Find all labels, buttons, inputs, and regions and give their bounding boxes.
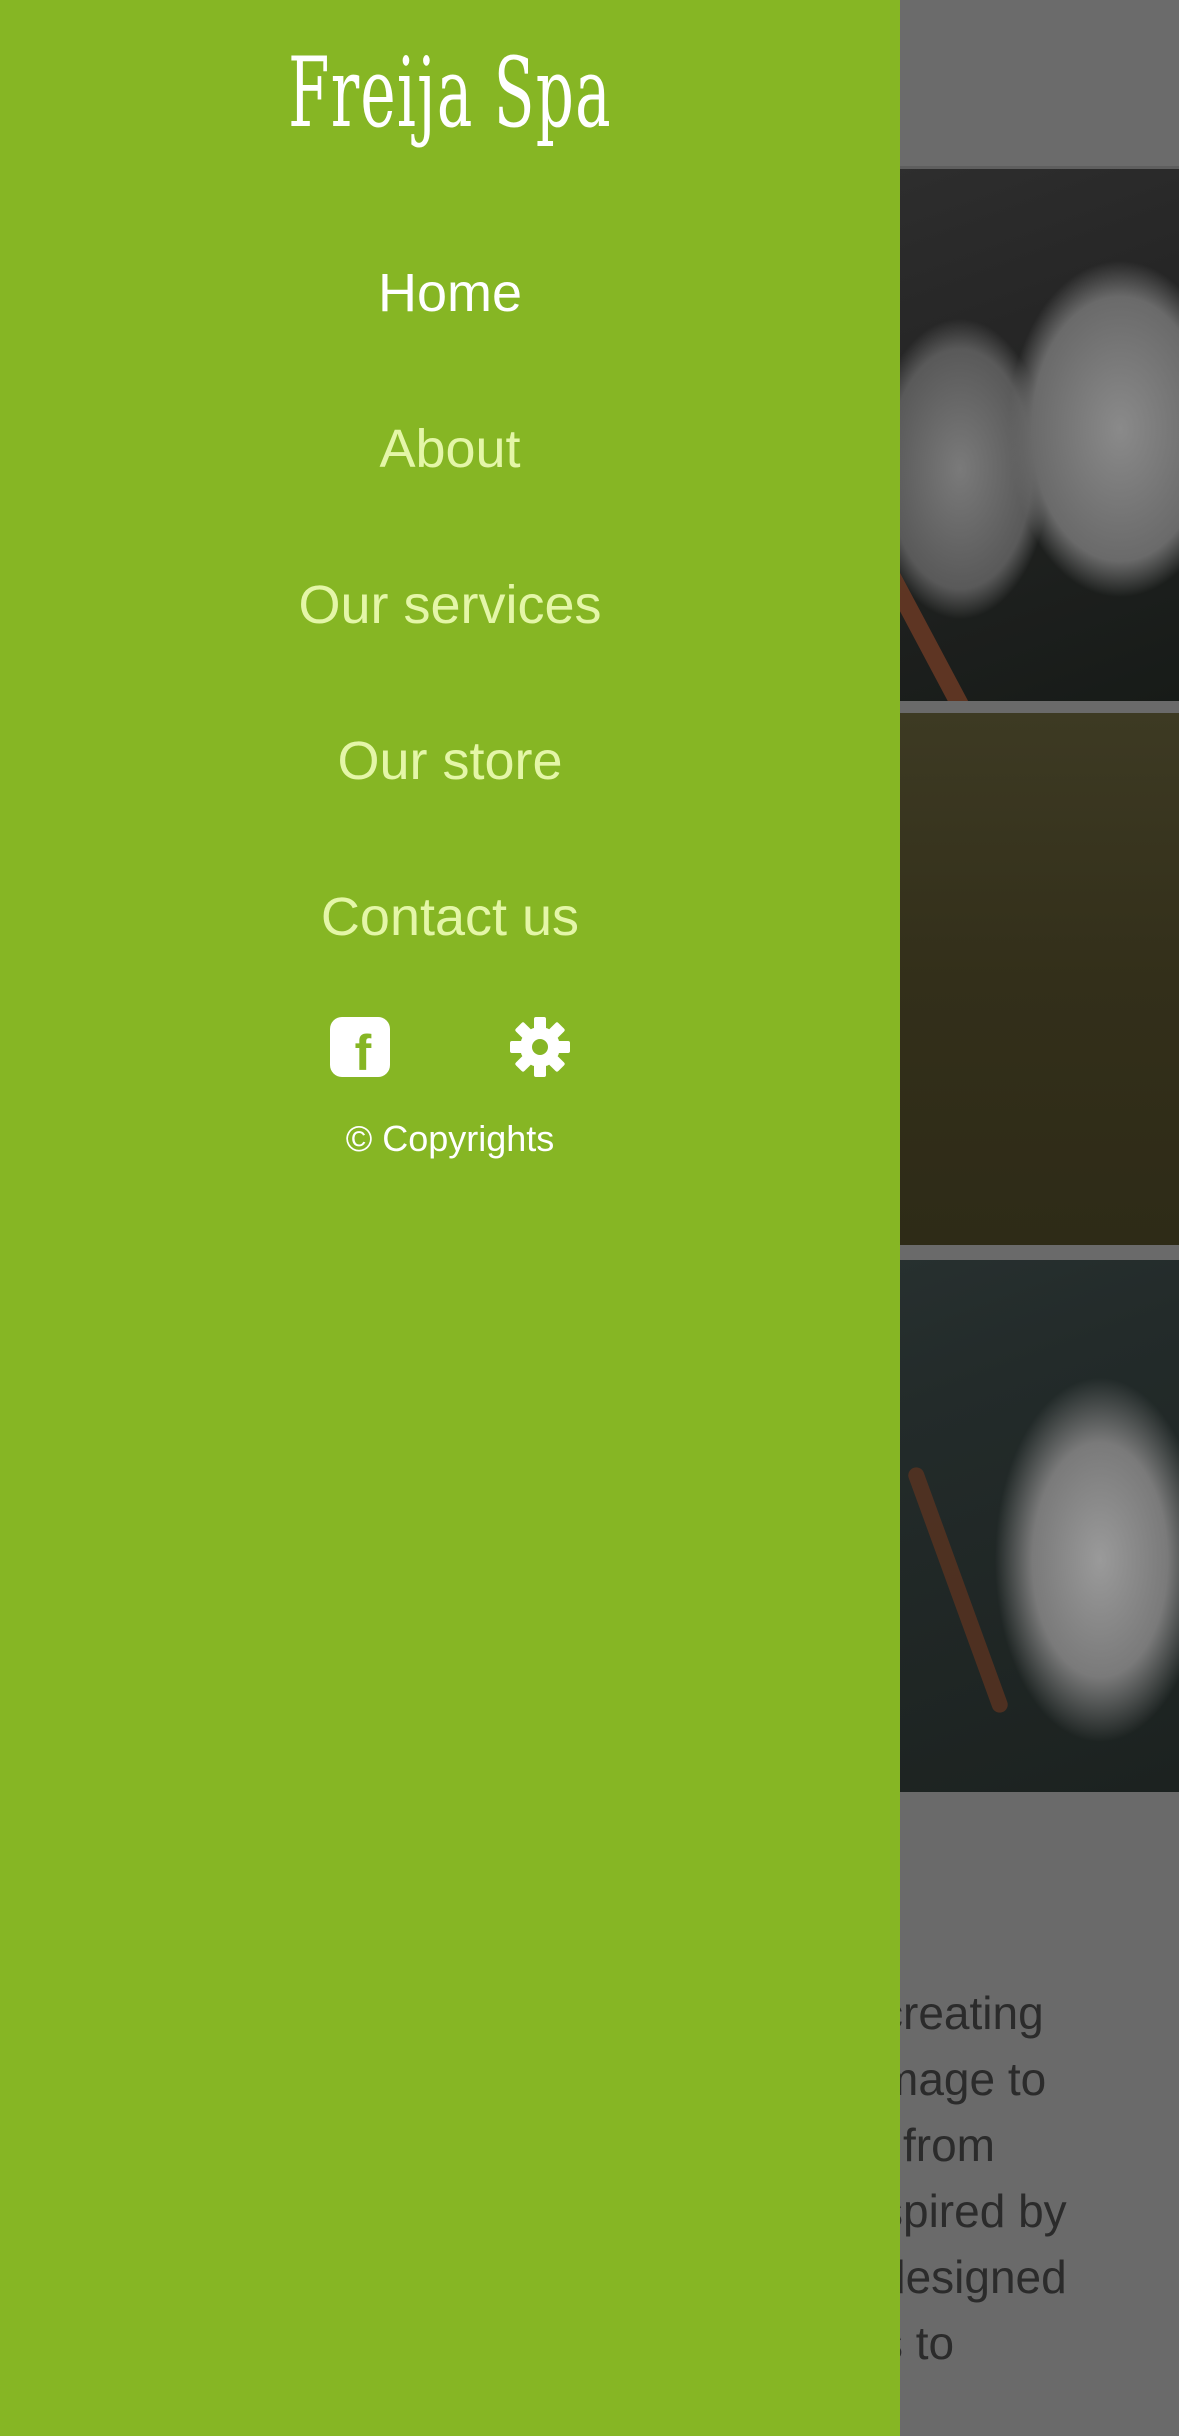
gear-icon[interactable] xyxy=(508,1015,572,1079)
nav-item-our-store[interactable]: Our store xyxy=(0,704,900,860)
copyright-text: © Copyrights xyxy=(345,1118,555,1159)
body-text-line: designed xyxy=(880,2251,1067,2303)
background-body-text: creating mage to l from spired by design… xyxy=(880,1980,1170,2376)
drawer-menu: Home About Our services Our store Contac… xyxy=(0,236,900,1016)
body-text-line: spired by xyxy=(880,2185,1067,2237)
body-text-line: s to xyxy=(880,2317,955,2369)
nav-item-our-services[interactable]: Our services xyxy=(0,548,900,704)
nav-item-contact-us[interactable]: Contact us xyxy=(0,860,900,1016)
facebook-icon[interactable]: f xyxy=(330,1017,390,1081)
social-links: f xyxy=(0,1015,900,1081)
body-text-line: l from xyxy=(880,2119,995,2171)
body-text-line: creating xyxy=(880,1987,1044,2039)
body-text-line: mage to xyxy=(880,2053,1047,2105)
nav-item-home[interactable]: Home xyxy=(0,236,900,392)
nav-item-about[interactable]: About xyxy=(0,392,900,548)
brand-logo[interactable]: Freija Spa xyxy=(171,38,729,148)
navigation-drawer: Freija Spa Home About Our services Our s… xyxy=(0,0,900,2436)
app-screen: creating mage to l from spired by design… xyxy=(0,0,1179,2436)
